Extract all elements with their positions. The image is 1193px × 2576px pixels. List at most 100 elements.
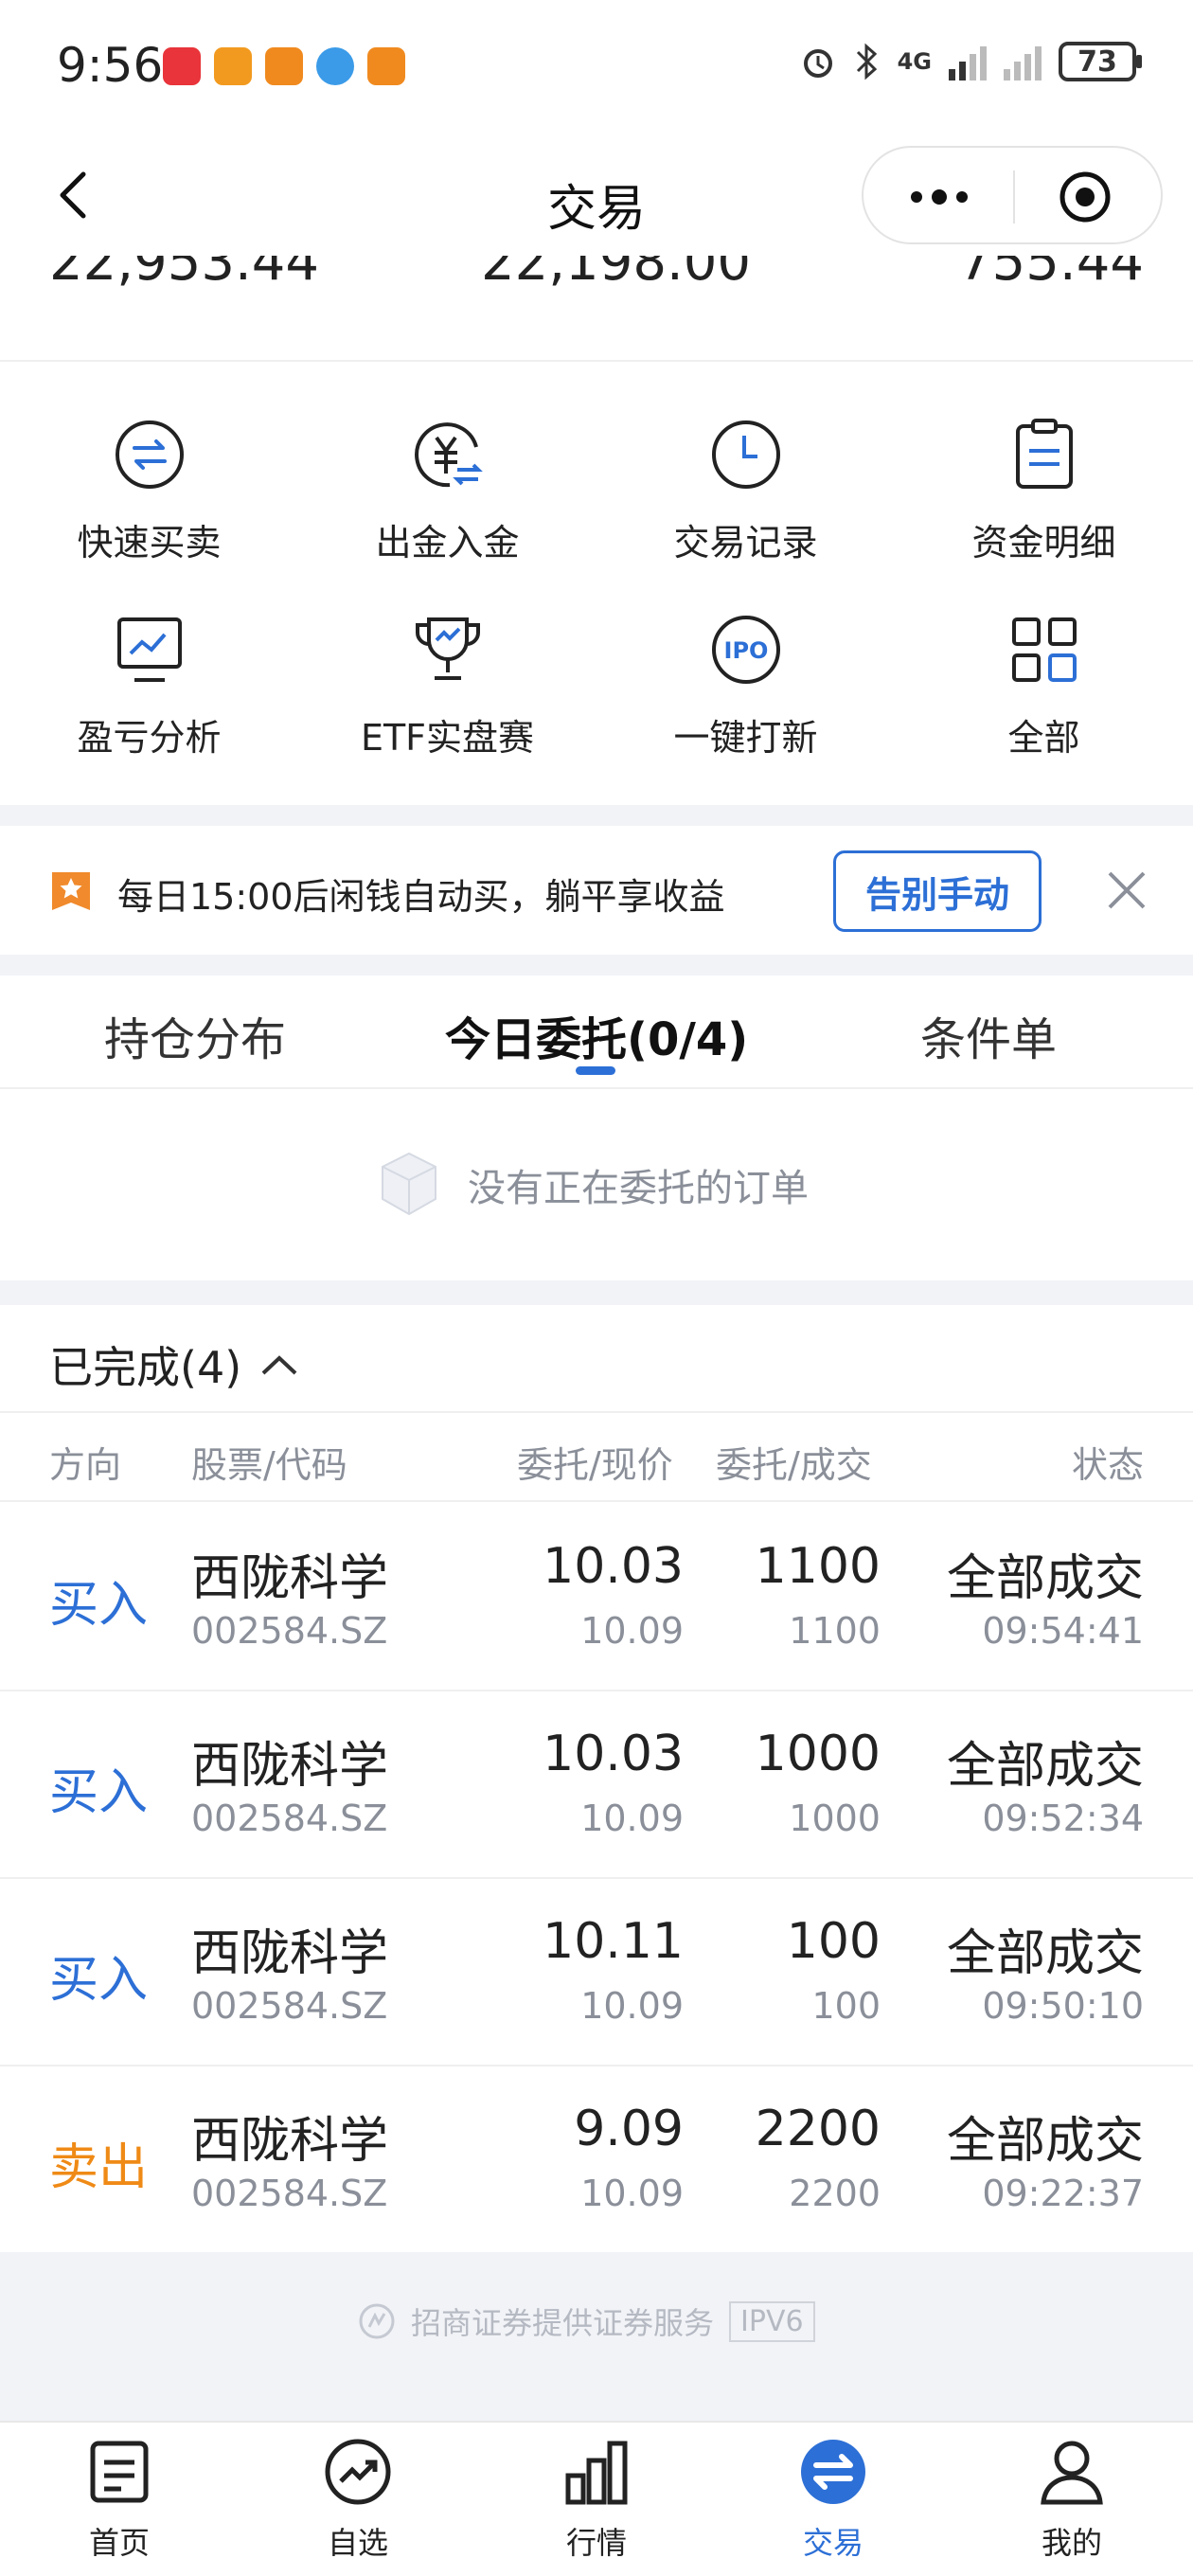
current-price: 10.09 [580,1610,684,1652]
table-row[interactable]: 卖出 西陇科学 002584.SZ 9.09 10.09 2200 2200 全… [0,2066,1193,2254]
star-badge-icon [52,872,90,910]
nav-label: 我的 [1041,2525,1102,2561]
filled-quantity: 1100 [789,1610,881,1652]
section-divider [0,1280,1193,1305]
tab-conditional-orders[interactable]: 条件单 [920,1002,1057,1068]
tab-today-orders[interactable]: 今日委托(0/4) [445,1002,748,1068]
table-row[interactable]: 买入 西陇科学 002584.SZ 10.03 10.09 1100 1100 … [0,1504,1193,1691]
notification-icons [163,47,405,85]
svg-text:IPO: IPO [723,637,768,664]
menu-label: 交易记录 [673,522,818,564]
stock-name: 西陇科学 [191,1925,389,1982]
battery-level: 73 [1077,45,1117,79]
menu-label: 快速买卖 [77,522,222,564]
system-status: 4G 73 [799,42,1142,81]
menu-quick-trade[interactable]: 快速买卖 [0,417,298,565]
table-row[interactable]: 买入 西陇科学 002584.SZ 10.03 10.09 1000 1000 … [0,1691,1193,1879]
completed-header[interactable]: 已完成(4) [49,1333,241,1396]
menu-label: 资金明细 [971,522,1116,564]
completed-orders: 已完成(4) 方向 股票/代码 委托/现价 委托/成交 状态 买入 西陇科学 0… [0,1305,1193,2252]
provider-notice: 招商证券提供证券服务 IPV6 [358,2299,815,2343]
empty-message: 没有正在委托的订单 [468,1167,809,1210]
menu-label: 出金入金 [375,522,520,564]
bar-chart-icon [565,2441,628,2505]
active-tab-indicator [576,1066,615,1075]
stock-name: 西陇科学 [191,1738,389,1795]
order-status: 全部成交 [946,2113,1144,2170]
menu-pnl-analysis[interactable]: 盈亏分析 [0,612,298,760]
clipboard-icon [1015,419,1073,489]
order-time: 09:50:10 [982,1985,1144,2027]
clock-icon [711,420,780,489]
footer: 招商证券提供证券服务 IPV6 [0,2252,1193,2421]
menu-ipo-subscribe[interactable]: IPO 一键打新 [596,612,895,760]
chart-monitor-icon [116,617,182,682]
ipv6-badge: IPV6 [729,2300,815,2342]
order-price: 9.09 [574,2101,684,2157]
order-quantity: 2200 [755,2101,881,2157]
nav-market[interactable]: 行情 [502,2436,691,2563]
app-notification-icon [265,47,303,85]
menu-deposit-withdraw[interactable]: 出金入金 [298,417,596,565]
nav-label: 自选 [327,2525,388,2561]
order-direction: 买入 [49,1952,149,2009]
filled-quantity: 100 [811,1985,881,2027]
order-status: 全部成交 [946,1925,1144,1982]
chevron-up-icon[interactable] [258,1343,301,1386]
column-stock-code: 股票/代码 [191,1444,347,1486]
nav-label: 交易 [802,2525,864,2561]
nav-watchlist[interactable]: 自选 [263,2436,453,2563]
order-tabs: 持仓分布 今日委托(0/4) 条件单 [0,975,1193,1089]
tab-positions[interactable]: 持仓分布 [104,1002,286,1068]
provider-text: 招商证券提供证券服务 [411,2305,715,2341]
mini-program-capsule [862,146,1163,244]
nav-profile[interactable]: 我的 [977,2436,1166,2563]
nav-bar: 交易 [0,133,1193,256]
status-bar: 9:56 4G 73 [0,0,1193,133]
trend-icon [325,2439,391,2505]
order-price: 10.11 [543,1913,684,1970]
home-doc-icon [90,2441,149,2503]
capsule-divider [1013,170,1015,224]
current-price: 10.09 [580,2173,684,2214]
close-mini-program-icon[interactable] [1057,169,1113,225]
column-order-current-price: 委托/现价 [517,1444,673,1486]
bluetooth-icon [856,43,877,80]
total-asset-value: 22,953.44 [49,256,320,293]
menu-etf-contest[interactable]: ETF实盘赛 [298,612,596,760]
section-divider [0,955,1193,975]
promo-action-button[interactable]: 告别手动 [833,850,1042,932]
order-time: 09:52:34 [982,1798,1144,1839]
menu-all[interactable]: 全部 [895,612,1193,760]
game-notification-icon [214,47,252,85]
more-options-button[interactable] [901,174,977,220]
menu-label: 盈亏分析 [77,717,222,759]
close-icon[interactable] [1102,866,1151,915]
trophy-icon [415,617,480,680]
column-status: 状态 [1071,1444,1144,1486]
table-header: 方向 股票/代码 委托/现价 委托/成交 状态 [0,1411,1193,1502]
grid-icon [1011,617,1077,682]
menu-label: 一键打新 [673,717,818,759]
yuan-transfer-icon [414,422,483,488]
filled-quantity: 1000 [789,1798,881,1839]
current-price: 10.09 [580,1985,684,2027]
order-time: 09:54:41 [982,1610,1144,1652]
alarm-icon [803,49,832,78]
swap-circle-icon [115,420,184,489]
current-price: 10.09 [580,1798,684,1839]
order-quantity: 1100 [755,1538,881,1595]
order-direction: 卖出 [49,2139,149,2196]
network-type: 4G [897,48,932,75]
menu-label: 全部 [1007,717,1080,759]
stock-code: 002584.SZ [191,2173,388,2214]
bottom-nav: 首页 自选 行情 交易 我的 [0,2421,1193,2576]
order-quantity: 1000 [755,1726,881,1782]
nav-trade[interactable]: 交易 [739,2436,928,2563]
table-row[interactable]: 买入 西陇科学 002584.SZ 10.11 10.09 100 100 全部… [0,1879,1193,2066]
menu-trade-records[interactable]: 交易记录 [596,417,895,565]
nav-home[interactable]: 首页 [25,2436,214,2563]
menu-fund-details[interactable]: 资金明细 [895,417,1193,565]
status-time: 9:56 [57,38,164,93]
swap-icon [801,2440,865,2504]
